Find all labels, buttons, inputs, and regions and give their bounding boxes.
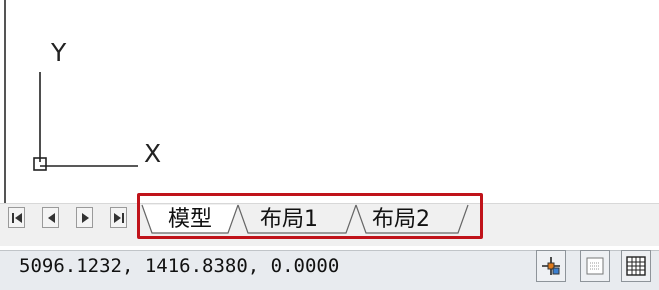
quick-properties-button[interactable] bbox=[580, 250, 610, 282]
ucs-icon bbox=[33, 72, 138, 171]
ucs-x-label: X bbox=[144, 139, 162, 168]
tabs-highlight-annotation bbox=[137, 193, 483, 239]
clean-screen-icon bbox=[626, 256, 646, 276]
annotation-monitor-button[interactable] bbox=[536, 250, 566, 282]
first-tab-icon bbox=[12, 213, 22, 223]
ucs-y-label: Y bbox=[51, 38, 67, 67]
first-tab-button[interactable] bbox=[8, 207, 25, 228]
previous-tab-button[interactable] bbox=[42, 207, 59, 228]
last-tab-icon bbox=[114, 213, 124, 223]
next-tab-button[interactable] bbox=[76, 207, 93, 228]
clean-screen-button[interactable] bbox=[621, 250, 651, 282]
quick-properties-icon bbox=[586, 257, 604, 275]
previous-tab-icon bbox=[48, 213, 55, 223]
last-tab-button[interactable] bbox=[110, 207, 127, 228]
next-tab-icon bbox=[82, 213, 89, 223]
annotation-monitor-icon bbox=[542, 257, 560, 275]
cursor-coordinates[interactable]: 5096.1232, 1416.8380, 0.0000 bbox=[19, 257, 339, 276]
